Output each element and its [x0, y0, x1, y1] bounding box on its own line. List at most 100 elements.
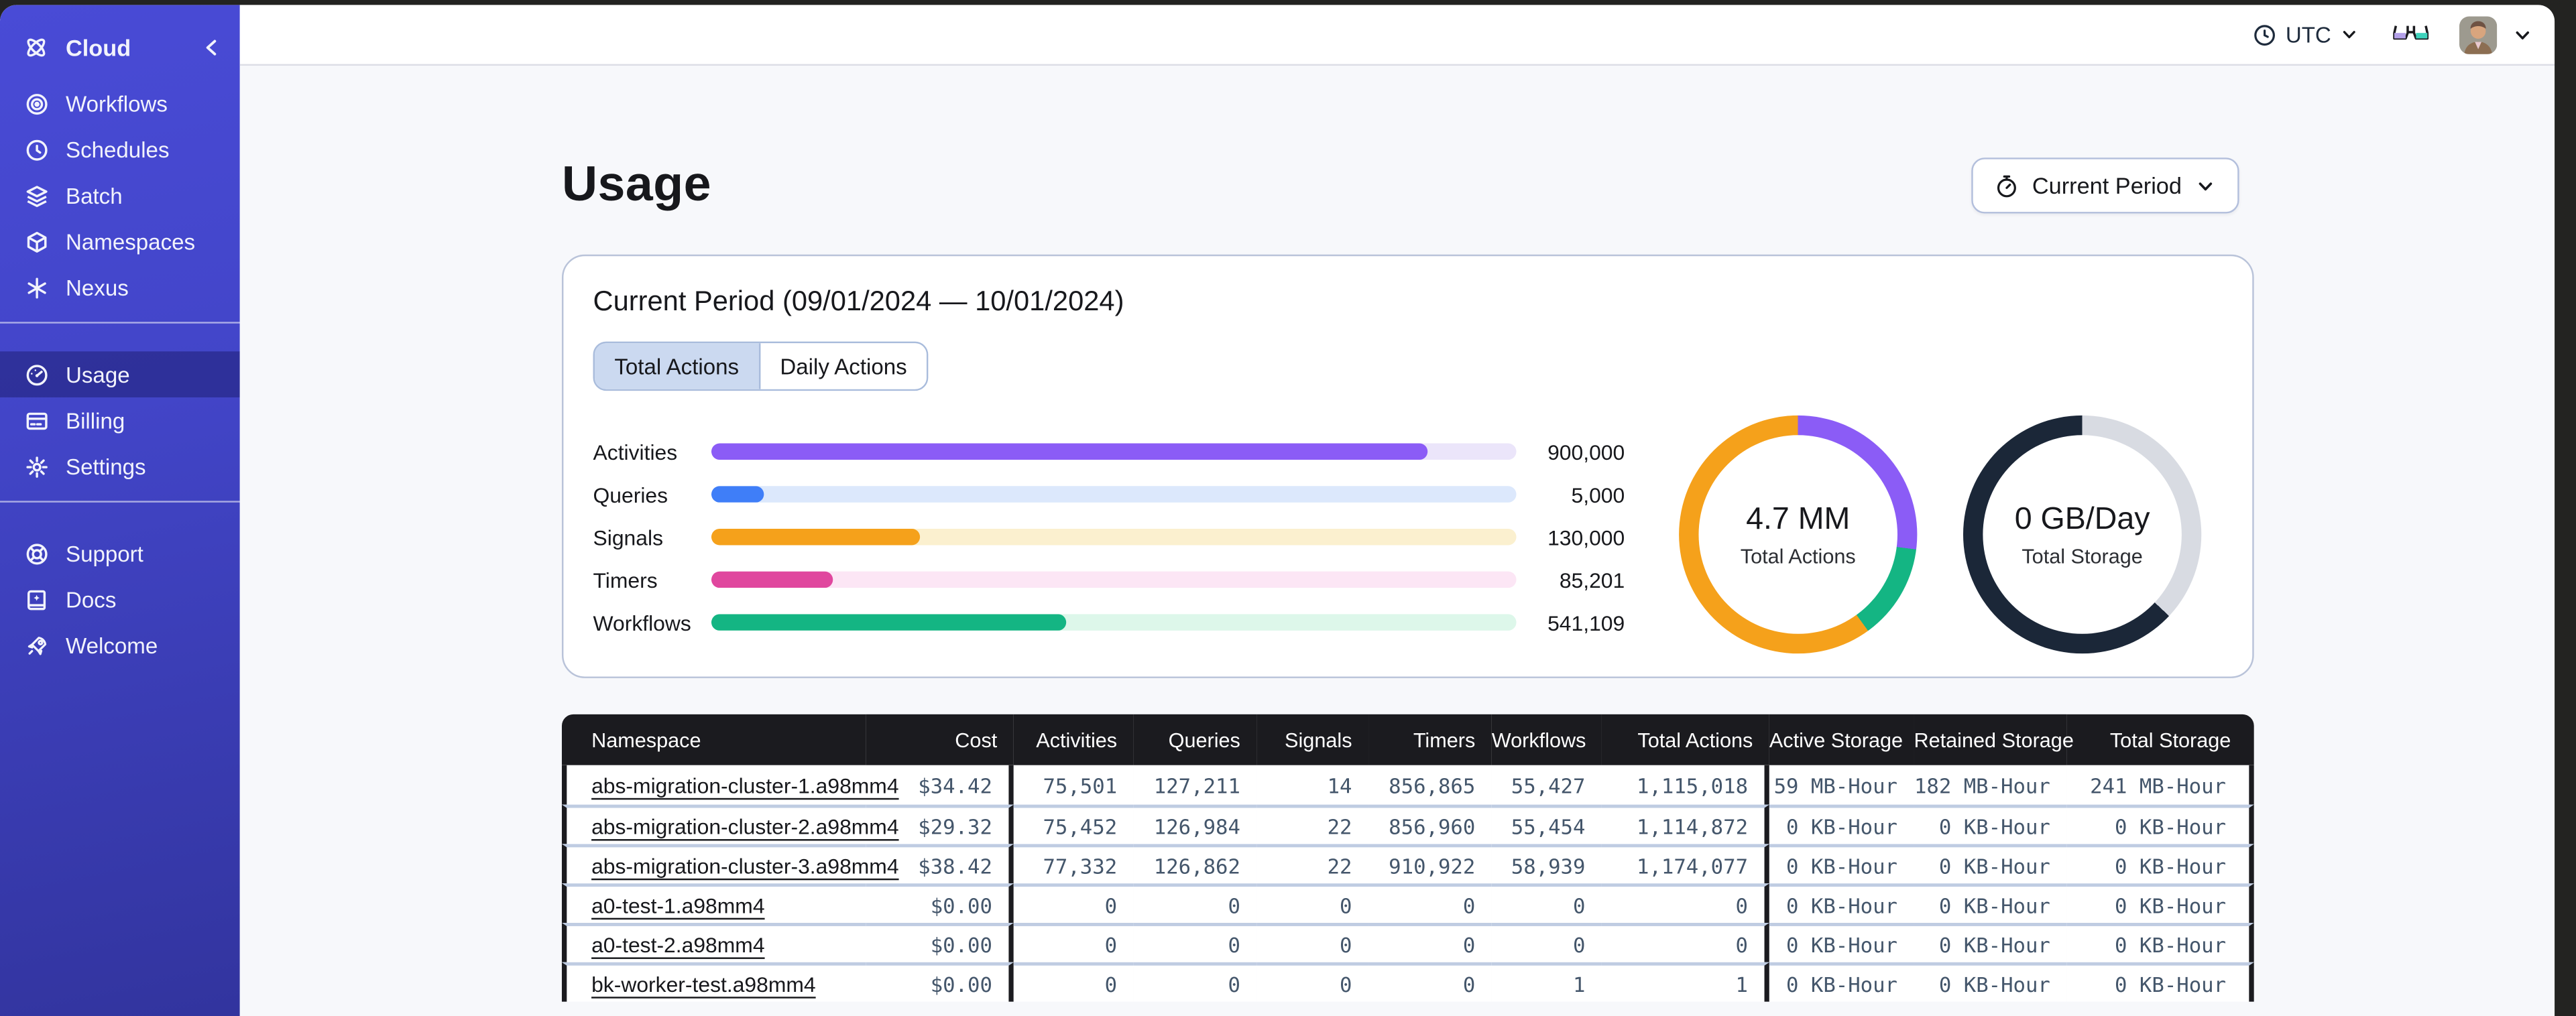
cell-total-actions: 1,174,077: [1601, 844, 1769, 884]
welcome-rocket-icon: [23, 632, 49, 658]
tab-daily-actions[interactable]: Daily Actions: [758, 343, 927, 389]
bar-track: [711, 614, 1517, 631]
cell-queries: 0: [1133, 883, 1257, 924]
timezone-selector[interactable]: UTC: [2253, 22, 2359, 47]
sidebar-item-settings[interactable]: Settings: [0, 444, 240, 490]
cell-timers: 0: [1368, 923, 1492, 962]
bar-value: 541,109: [1547, 610, 1625, 635]
cell-timers: 856,960: [1368, 804, 1492, 844]
col-header-total-actions[interactable]: Total Actions: [1601, 714, 1769, 765]
col-header-total-storage[interactable]: Total Storage: [2066, 714, 2254, 765]
table-row: bk-worker-test.a98mm4 $0.00 0 0 0 0 1 1 …: [561, 962, 2254, 1002]
col-header-workflows[interactable]: Workflows: [1491, 714, 1602, 765]
sidebar-item-label: Billing: [66, 407, 125, 433]
cell-signals: 0: [1256, 962, 1369, 1002]
cell-total-actions: 0: [1601, 883, 1769, 924]
col-header-namespace[interactable]: Namespace: [561, 714, 866, 765]
cell-workflows: 58,939: [1491, 844, 1602, 884]
sidebar-item-docs[interactable]: Docs: [0, 576, 240, 623]
sidebar-divider: [0, 322, 240, 324]
col-header-active-storage[interactable]: Active Storage: [1769, 714, 1914, 765]
bar-value: 130,000: [1547, 524, 1625, 550]
namespace-link[interactable]: abs-migration-cluster-1.a98mm4: [591, 773, 898, 798]
col-header-activities[interactable]: Activities: [1013, 714, 1134, 765]
cell-active-storage: 0 KB-Hour: [1769, 923, 1914, 962]
table-header-row: Namespace Cost Activities Queries Signal…: [561, 714, 2254, 765]
col-header-queries[interactable]: Queries: [1133, 714, 1257, 765]
chevron-down-icon: [2339, 25, 2359, 44]
cell-retained-storage: 0 KB-Hour: [1914, 962, 2067, 1002]
sidebar-item-billing[interactable]: Billing: [0, 397, 240, 444]
cell-signals: 22: [1256, 844, 1369, 884]
sidebar-item-label: Docs: [66, 586, 117, 612]
cell-namespace: abs-migration-cluster-2.a98mm4: [561, 804, 899, 844]
cell-total-storage: 0 KB-Hour: [2066, 883, 2254, 924]
cell-activities: 75,452: [1013, 804, 1134, 844]
total-actions-donut-chart: 4.7 MM Total Actions: [1679, 415, 1918, 654]
glasses-icon[interactable]: [2392, 22, 2429, 47]
namespace-link[interactable]: bk-worker-test.a98mm4: [591, 971, 816, 996]
avatar[interactable]: [2459, 15, 2498, 54]
sidebar-item-workflows[interactable]: Workflows: [0, 80, 240, 127]
usage-bars: Activities 900,000 Queries 5,000 Signals…: [593, 439, 1625, 635]
cell-total-actions: 0: [1601, 923, 1769, 962]
table-row: a0-test-2.a98mm4 $0.00 0 0 0 0 0 0 0 KB-…: [561, 923, 2254, 962]
period-selector-button[interactable]: Current Period: [1971, 157, 2239, 214]
main-content: Usage Current Period Current Period (09/…: [239, 66, 2555, 1016]
sidebar-item-label: Welcome: [66, 633, 158, 658]
namespace-link[interactable]: abs-migration-cluster-3.a98mm4: [591, 853, 898, 878]
cell-active-storage: 59 MB-Hour: [1769, 765, 1914, 805]
cell-timers: 910,922: [1368, 844, 1492, 884]
bar-row-workflows: Workflows 541,109: [593, 610, 1625, 635]
col-header-signals[interactable]: Signals: [1256, 714, 1369, 765]
namespace-link[interactable]: a0-test-1.a98mm4: [591, 893, 764, 917]
col-header-retained-storage[interactable]: Retained Storage: [1914, 714, 2074, 765]
sidebar-item-welcome[interactable]: Welcome: [0, 623, 240, 669]
cell-total-storage: 241 MB-Hour: [2066, 765, 2254, 805]
usage-summary-card: Current Period (09/01/2024 — 10/01/2024)…: [561, 254, 2254, 678]
table-row: abs-migration-cluster-2.a98mm4 $29.32 75…: [561, 804, 2254, 844]
bar-label: Signals: [593, 524, 664, 550]
schedules-icon: [23, 136, 49, 162]
billing-icon: [23, 407, 49, 434]
cell-signals: 0: [1256, 923, 1369, 962]
sidebar-item-label: Settings: [66, 454, 146, 479]
support-icon: [23, 540, 49, 566]
sidebar-item-nexus[interactable]: Nexus: [0, 264, 240, 310]
sidebar-item-batch[interactable]: Batch: [0, 172, 240, 218]
sidebar-item-support[interactable]: Support: [0, 530, 240, 576]
sidebar-item-usage[interactable]: Usage: [0, 351, 240, 397]
cell-signals: 0: [1256, 883, 1369, 924]
bar-row-queries: Queries 5,000: [593, 482, 1625, 507]
bar-track: [711, 443, 1517, 460]
cell-workflows: 55,427: [1491, 765, 1602, 805]
bar-value: 85,201: [1559, 567, 1625, 592]
sidebar-collapse-icon[interactable]: [200, 36, 223, 59]
sidebar-item-label: Schedules: [66, 137, 170, 162]
bar-row-timers: Timers 85,201: [593, 568, 1625, 592]
cell-activities: 75,501: [1013, 765, 1134, 805]
sidebar-item-namespaces[interactable]: Namespaces: [0, 218, 240, 265]
cell-total-storage: 0 KB-Hour: [2066, 923, 2254, 962]
tab-total-actions[interactable]: Total Actions: [594, 343, 759, 389]
sidebar-item-schedules[interactable]: Schedules: [0, 127, 240, 173]
sidebar-brand[interactable]: Cloud: [0, 15, 240, 80]
cell-workflows: 55,454: [1491, 804, 1602, 844]
account-menu-chevron-icon[interactable]: [2512, 24, 2533, 46]
cell-activities: 0: [1013, 923, 1134, 962]
cell-timers: 0: [1368, 962, 1492, 1002]
cell-retained-storage: 0 KB-Hour: [1914, 844, 2067, 884]
namespace-link[interactable]: a0-test-2.a98mm4: [591, 932, 764, 956]
namespaces-icon: [23, 229, 49, 255]
col-header-timers[interactable]: Timers: [1368, 714, 1492, 765]
cell-total-actions: 1,114,872: [1601, 804, 1769, 844]
cell-queries: 126,984: [1133, 804, 1257, 844]
temporal-logo-icon: [23, 34, 49, 60]
cell-cost: $0.00: [866, 923, 1014, 962]
bar-track: [711, 528, 1517, 546]
col-header-cost[interactable]: Cost: [866, 714, 1014, 765]
settings-icon: [23, 453, 49, 479]
bar-track: [711, 486, 1517, 503]
cell-retained-storage: 0 KB-Hour: [1914, 923, 2067, 962]
namespace-link[interactable]: abs-migration-cluster-2.a98mm4: [591, 814, 898, 838]
